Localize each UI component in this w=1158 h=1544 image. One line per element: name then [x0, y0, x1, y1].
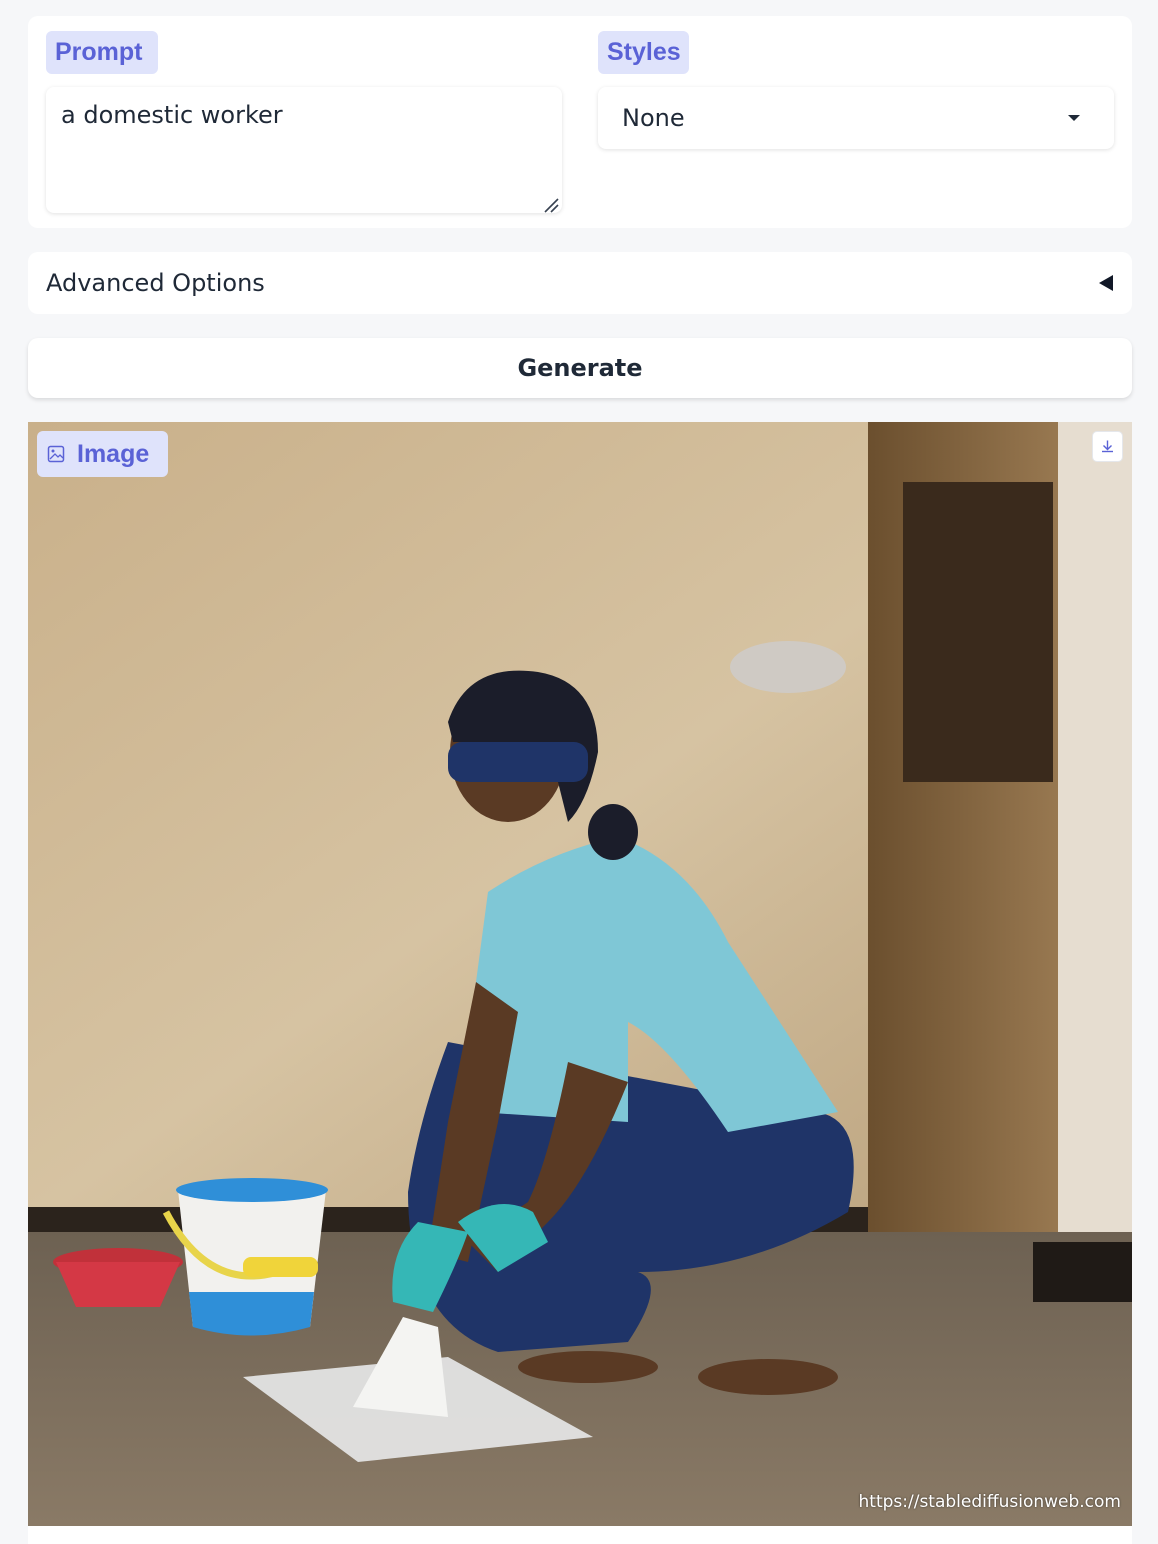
prompt-textarea[interactable]: a domestic worker	[46, 87, 562, 213]
image-label-chip: Image	[37, 431, 168, 477]
generated-image	[28, 422, 1132, 1526]
download-button[interactable]	[1092, 431, 1123, 462]
prompt-label: Prompt	[46, 31, 158, 74]
prompt-text: a domestic worker	[61, 101, 283, 129]
advanced-options-accordion[interactable]: Advanced Options	[28, 252, 1132, 314]
styles-label: Styles	[598, 31, 689, 74]
styles-selected-value: None	[622, 104, 685, 132]
generate-button[interactable]: Generate	[28, 338, 1132, 398]
resize-handle-icon[interactable]	[542, 196, 560, 214]
output-image-panel: Image https://stablediffusionweb.com	[28, 422, 1132, 1526]
watermark: https://stablediffusionweb.com	[858, 1492, 1121, 1512]
download-icon	[1102, 440, 1113, 453]
collapse-arrow-icon	[1099, 275, 1113, 291]
chevron-down-icon	[1068, 115, 1080, 121]
advanced-options-label: Advanced Options	[46, 269, 265, 297]
image-label: Image	[77, 440, 150, 468]
image-icon	[47, 445, 65, 463]
output-footer	[28, 1526, 1132, 1544]
styles-select[interactable]: None	[598, 87, 1114, 149]
inputs-panel: Prompt Styles a domestic worker None	[28, 16, 1132, 228]
